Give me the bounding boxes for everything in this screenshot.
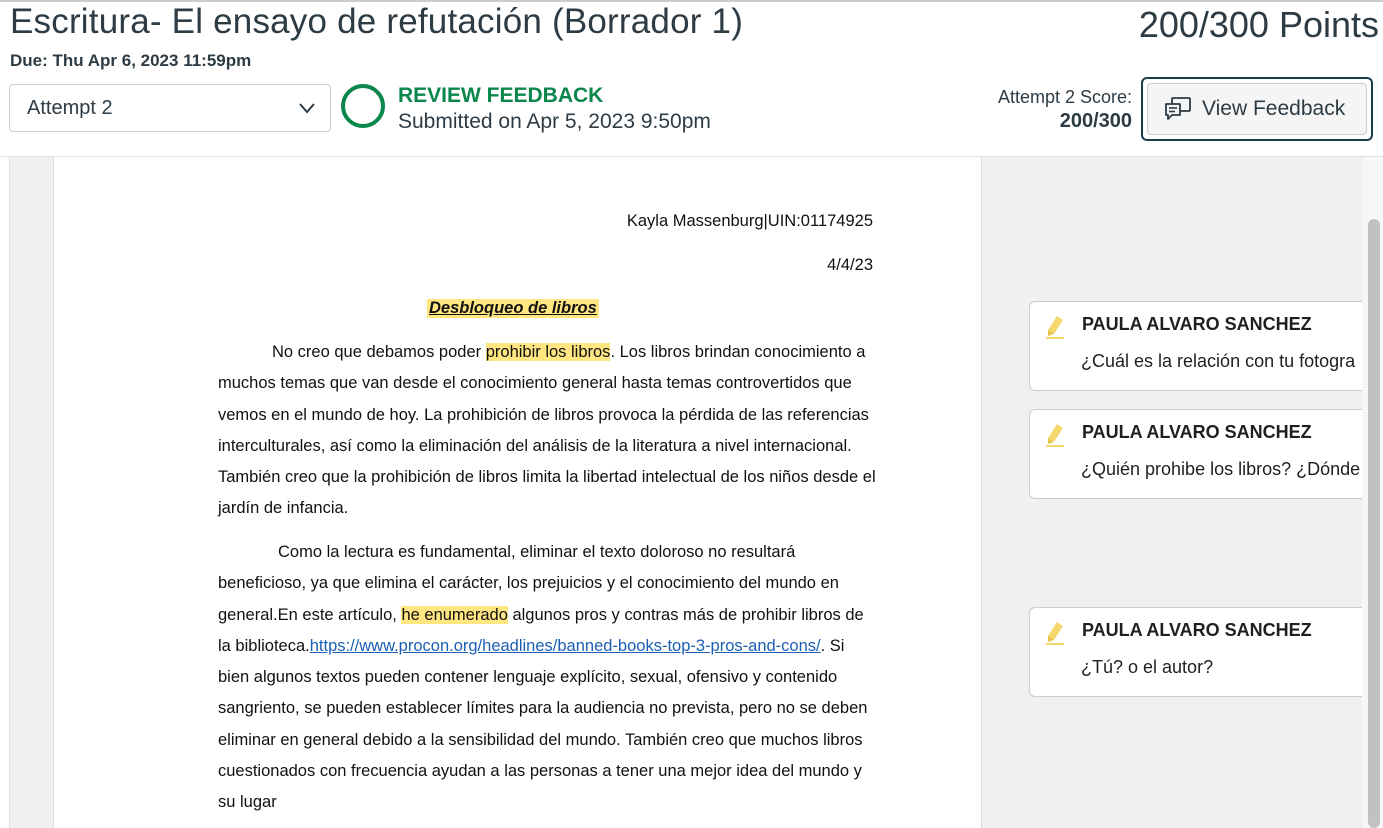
view-feedback-button[interactable]: View Feedback bbox=[1141, 77, 1373, 141]
assignment-title: Escritura- El ensayo de refutación (Borr… bbox=[10, 2, 744, 41]
author-line: Kayla Massenburg|UIN:01174925 bbox=[626, 212, 873, 230]
comment-author: PAULA ALVARO SANCHEZ bbox=[1082, 314, 1312, 334]
paragraph-1-text-start: No creo que debamos poder bbox=[272, 343, 486, 361]
chevron-down-icon bbox=[299, 103, 315, 114]
paragraph-1: No creo que debamos poder prohibir los l… bbox=[218, 337, 878, 525]
document-date: 4/4/23 bbox=[827, 256, 873, 274]
attempt-score-label: Attempt 2 Score: bbox=[997, 87, 1132, 107]
document-page[interactable]: Kayla Massenburg|UIN:01174925 4/4/23 Des… bbox=[53, 157, 982, 828]
highlighted-text[interactable]: he enumerado bbox=[401, 605, 508, 624]
comment-text: ¿Quién prohibe los libros? ¿Dónde bbox=[1081, 459, 1361, 479]
paragraph-2-text-end: . Si bien algunos textos pueden contener… bbox=[218, 636, 868, 812]
comments-panel: PAULA ALVARO SANCHEZ ¿Cuál es la relació… bbox=[982, 157, 1383, 828]
paragraph-2: Como la lectura es fundamental, eliminar… bbox=[218, 537, 878, 819]
document-title: Desbloqueo de libros bbox=[427, 299, 599, 318]
highlighted-text[interactable]: prohibir los libros bbox=[485, 343, 611, 361]
comment-card[interactable]: PAULA ALVARO SANCHEZ ¿Quién prohibe los … bbox=[1029, 409, 1383, 499]
view-feedback-button-inner[interactable]: View Feedback bbox=[1147, 83, 1367, 135]
pencil-highlight-icon bbox=[1046, 622, 1064, 645]
comment-card[interactable]: PAULA ALVARO SANCHEZ ¿Cuál es la relació… bbox=[1029, 301, 1383, 391]
due-date: Due: Thu Apr 6, 2023 11:59pm bbox=[10, 51, 252, 70]
pencil-highlight-icon bbox=[1046, 316, 1064, 339]
comment-text: ¿Cuál es la relación con tu fotogra bbox=[1081, 351, 1356, 371]
document-viewer[interactable]: Kayla Massenburg|UIN:01174925 4/4/23 Des… bbox=[9, 157, 1383, 828]
scrollbar-thumb[interactable] bbox=[1368, 219, 1380, 828]
comment-text: ¿Tú? o el autor? bbox=[1081, 657, 1214, 677]
feedback-icon bbox=[1165, 97, 1191, 120]
attempt-select[interactable]: Attempt 2 bbox=[9, 84, 331, 132]
pencil-highlight-icon bbox=[1046, 424, 1064, 447]
source-link[interactable]: https://www.procon.org/headlines/banned-… bbox=[310, 637, 821, 655]
points-display: 200/300 Points bbox=[1138, 4, 1379, 45]
attempt-score-value: 200/300 bbox=[1059, 110, 1132, 132]
view-feedback-label: View Feedback bbox=[1202, 97, 1346, 120]
status-label: REVIEW FEEDBACK bbox=[398, 84, 604, 107]
paragraph-1-text-end: . Los libros brindan conocimiento a much… bbox=[218, 343, 876, 518]
comment-card[interactable]: PAULA ALVARO SANCHEZ ¿Tú? o el autor? bbox=[1029, 607, 1383, 697]
status-circle-icon bbox=[341, 84, 385, 128]
attempt-select-value: Attempt 2 bbox=[27, 96, 113, 119]
comment-author: PAULA ALVARO SANCHEZ bbox=[1082, 422, 1312, 442]
viewer-gutter bbox=[9, 157, 53, 828]
comment-author: PAULA ALVARO SANCHEZ bbox=[1082, 620, 1312, 640]
submitted-timestamp: Submitted on Apr 5, 2023 9:50pm bbox=[398, 110, 711, 133]
